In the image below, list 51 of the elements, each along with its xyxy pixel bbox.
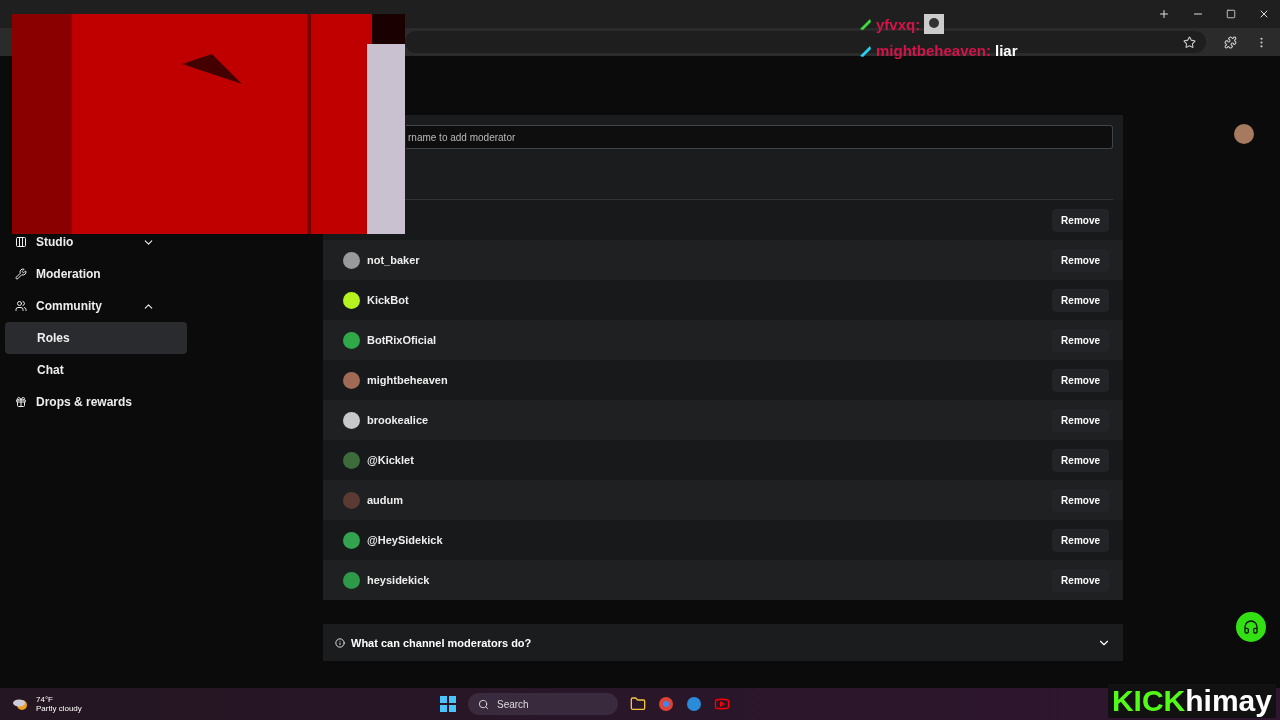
remove-button[interactable]: Remove [1052, 448, 1109, 472]
support-button[interactable] [1236, 612, 1266, 642]
remove-button[interactable]: Remove [1052, 568, 1109, 592]
new-tab-icon [1158, 8, 1170, 20]
moderator-name: KickBot [367, 294, 410, 306]
chat-username: yfvxq: [876, 15, 921, 33]
puzzle-icon[interactable] [1224, 35, 1237, 49]
star-icon[interactable] [1183, 35, 1196, 49]
remove-button[interactable]: Remove [1052, 488, 1109, 512]
sidebar-item[interactable]: Drops & rewards [5, 386, 165, 418]
sidebar-item[interactable]: Chat [5, 354, 187, 386]
sidebar-item[interactable]: Roles [5, 322, 187, 354]
moderator-name: BotRixOficial [367, 334, 438, 346]
stream-logo: KICKhimay [1107, 684, 1276, 718]
remove-button[interactable]: Remove [1052, 408, 1109, 432]
faq-accordion[interactable]: What can channel moderators do? [323, 624, 1123, 661]
sidebar-icon [15, 396, 27, 408]
add-moderator-field[interactable]: rname to add moderator [406, 125, 1113, 149]
folder-icon[interactable] [630, 696, 646, 712]
video-icon[interactable] [714, 696, 730, 712]
headset-icon [1243, 619, 1259, 635]
weather-text: Partly cloudy [36, 704, 82, 713]
moderator-name: heysidekick [367, 574, 431, 586]
remove-button[interactable]: Remove [1052, 528, 1109, 552]
moderator-name: not_baker [367, 254, 421, 266]
moderator-name: @HeySidekick [367, 534, 444, 546]
sidebar-item[interactable]: Community [5, 290, 165, 322]
moderator-name: brookealice [367, 414, 430, 426]
taskbar-search[interactable]: Search [468, 693, 618, 715]
remove-button[interactable]: Remove [1052, 328, 1109, 352]
remove-button[interactable]: Remove [1052, 208, 1109, 232]
sidebar-icon [15, 268, 27, 280]
moderator-name: mightbeheaven [367, 374, 449, 386]
close-icon[interactable] [1258, 8, 1270, 20]
sidebar-item[interactable]: Studio [5, 234, 165, 250]
sidebar-icon [15, 236, 27, 248]
temperature: 74°F [36, 695, 54, 704]
remove-button[interactable]: Remove [1052, 288, 1109, 312]
weather-icon [12, 697, 30, 711]
chat-username: mightbeheaven: [876, 42, 992, 59]
moderator-name: audum [367, 494, 405, 506]
moderator-name: @Kicklet [367, 454, 415, 466]
search-icon [478, 698, 489, 710]
remove-button[interactable]: Remove [1052, 368, 1109, 392]
windows-icon[interactable] [440, 696, 456, 712]
remove-button[interactable]: Remove [1052, 248, 1109, 272]
info-icon [335, 637, 345, 648]
restore-icon[interactable] [1226, 9, 1236, 19]
sidebar-icon [15, 300, 27, 312]
sidebar-item[interactable]: Moderation [5, 258, 165, 290]
chat-message: liar [995, 42, 1018, 59]
